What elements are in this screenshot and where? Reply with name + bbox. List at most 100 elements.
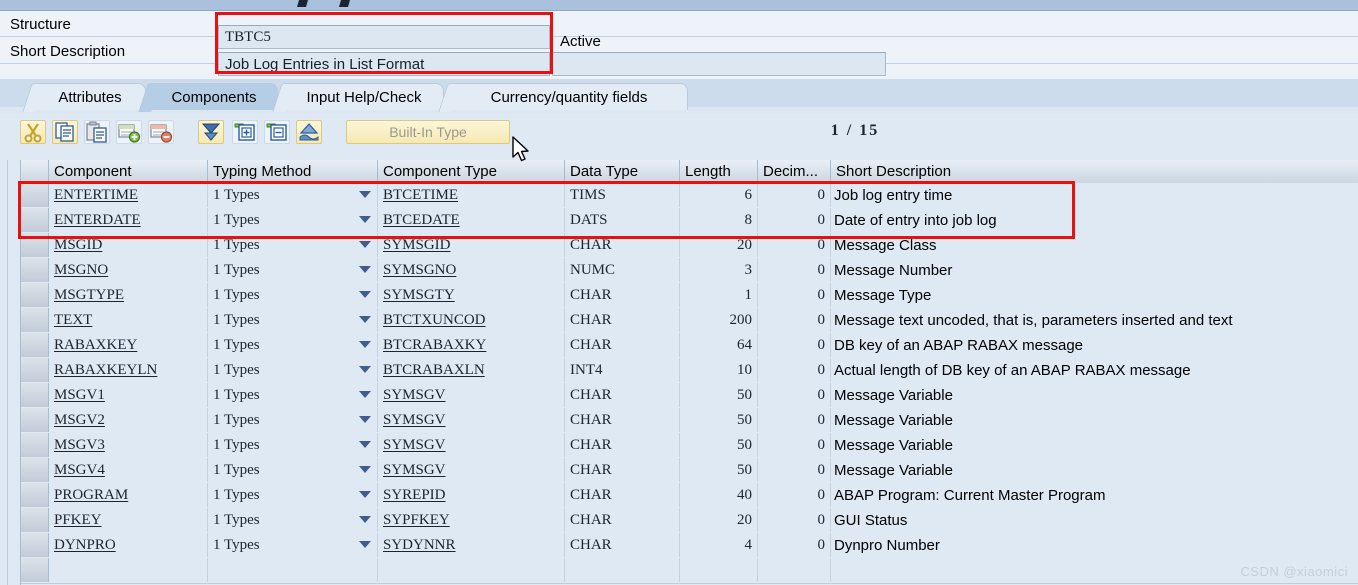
cell-component[interactable]: MSGV2 xyxy=(49,408,208,432)
cell-length[interactable]: 64 xyxy=(680,333,758,357)
chevron-down-icon[interactable] xyxy=(359,541,371,548)
cell-component_type[interactable]: BTCEDATE xyxy=(378,208,565,232)
cell-component[interactable]: DYNPRO xyxy=(49,533,208,557)
cell-component_type[interactable]: SYPFKEY xyxy=(378,508,565,532)
cell-component[interactable]: MSGV1 xyxy=(49,383,208,407)
insert-row-button[interactable] xyxy=(116,120,142,144)
cell-component_type[interactable]: BTCTXUNCOD xyxy=(378,308,565,332)
cell-component_type[interactable]: SYMSGV xyxy=(378,383,565,407)
cell-typing_method[interactable]: 1 Types xyxy=(208,483,378,507)
column-header-short-description[interactable]: Short Description xyxy=(831,160,1358,183)
select-all-header[interactable] xyxy=(21,160,49,183)
table-row[interactable] xyxy=(21,558,1358,584)
tab-input-help-check[interactable]: Input Help/Check xyxy=(272,83,444,112)
table-row[interactable]: ENTERDATE 1 Types BTCEDATE DATS 8 0 Date of en… xyxy=(21,208,1358,234)
cell-short_description[interactable]: Message Variable xyxy=(831,458,1358,482)
table-row[interactable]: MSGV3 1 Types SYMSGV CHAR 50 0 Message Variabl… xyxy=(21,433,1358,459)
chevron-down-icon[interactable] xyxy=(359,491,371,498)
row-selector[interactable] xyxy=(21,233,49,257)
filter-button[interactable] xyxy=(198,120,224,144)
cell-decimals[interactable]: 0 xyxy=(758,383,831,407)
cell-length[interactable]: 10 xyxy=(680,358,758,382)
cell-length[interactable]: 4 xyxy=(680,533,758,557)
cell-data_type[interactable]: CHAR xyxy=(565,508,680,532)
table-row[interactable]: MSGV4 1 Types SYMSGV CHAR 50 0 Message Variabl… xyxy=(21,458,1358,484)
cell-data_type[interactable]: NUMC xyxy=(565,258,680,282)
cell-component_type[interactable]: BTCRABAXKY xyxy=(378,333,565,357)
cell-length[interactable]: 8 xyxy=(680,208,758,232)
table-row[interactable]: RABAXKEY 1 Types BTCRABAXKY CHAR 64 0 DB key o… xyxy=(21,333,1358,359)
cell-decimals[interactable]: 0 xyxy=(758,183,831,207)
cell-component[interactable]: MSGV3 xyxy=(49,433,208,457)
table-row[interactable]: MSGID 1 Types SYMSGID CHAR 20 0 Message Class xyxy=(21,233,1358,259)
cell-data_type[interactable]: TIMS xyxy=(565,183,680,207)
row-selector[interactable] xyxy=(21,183,49,207)
row-selector[interactable] xyxy=(21,308,49,332)
cell-component[interactable]: PROGRAM xyxy=(49,483,208,507)
cell-length[interactable]: 50 xyxy=(680,458,758,482)
cell-length[interactable]: 20 xyxy=(680,508,758,532)
cell-short_description[interactable]: Message Variable xyxy=(831,408,1358,432)
cell-short_description[interactable]: Job log entry time xyxy=(831,183,1358,207)
cell-typing_method[interactable]: 1 Types xyxy=(208,433,378,457)
chevron-down-icon[interactable] xyxy=(359,316,371,323)
cell-data_type[interactable]: CHAR xyxy=(565,458,680,482)
cell-typing_method[interactable]: 1 Types xyxy=(208,208,378,232)
cell-short_description[interactable]: Actual length of DB key of an ABAP RABAX… xyxy=(831,358,1358,382)
chevron-down-icon[interactable] xyxy=(359,266,371,273)
cell-decimals[interactable]: 0 xyxy=(758,533,831,557)
chevron-down-icon[interactable] xyxy=(359,416,371,423)
table-row[interactable]: DYNPRO 1 Types SYDYNNR CHAR 4 0 Dynpro Number xyxy=(21,533,1358,559)
column-header-component-type[interactable]: Component Type xyxy=(378,160,565,183)
row-selector[interactable] xyxy=(21,358,49,382)
paste-button[interactable] xyxy=(84,120,110,144)
table-row[interactable]: PROGRAM 1 Types SYREPID CHAR 40 0 ABAP Program… xyxy=(21,483,1358,509)
cell-component_type[interactable]: SYDYNNR xyxy=(378,533,565,557)
cell-data_type[interactable]: CHAR xyxy=(565,483,680,507)
cell-typing_method[interactable]: 1 Types xyxy=(208,258,378,282)
cell-typing_method[interactable]: 1 Types xyxy=(208,508,378,532)
predefined-type-button[interactable] xyxy=(296,120,322,144)
cell-short_description[interactable]: Message Variable xyxy=(831,383,1358,407)
cell-typing_method[interactable]: 1 Types xyxy=(208,408,378,432)
row-selector[interactable] xyxy=(21,208,49,232)
cell-typing_method[interactable]: 1 Types xyxy=(208,233,378,257)
cell-length[interactable]: 1 xyxy=(680,283,758,307)
cell-length[interactable]: 3 xyxy=(680,258,758,282)
cell-length[interactable]: 50 xyxy=(680,433,758,457)
table-row[interactable]: MSGV1 1 Types SYMSGV CHAR 50 0 Message Variabl… xyxy=(21,383,1358,409)
tab-attributes[interactable]: Attributes xyxy=(22,83,146,112)
table-row[interactable]: TEXT 1 Types BTCTXUNCOD CHAR 200 0 Message tex… xyxy=(21,308,1358,334)
table-row[interactable]: MSGNO 1 Types SYMSGNO NUMC 3 0 Message Number xyxy=(21,258,1358,284)
table-row[interactable]: PFKEY 1 Types SYPFKEY CHAR 20 0 GUI Status xyxy=(21,508,1358,534)
cell-component_type[interactable]: SYMSGV xyxy=(378,408,565,432)
cell-data_type[interactable]: CHAR xyxy=(565,233,680,257)
cell-component[interactable] xyxy=(49,558,208,582)
structure-name-input[interactable]: TBTC5 xyxy=(218,25,550,49)
cell-data_type[interactable]: CHAR xyxy=(565,283,680,307)
cell-component_type[interactable] xyxy=(378,558,565,582)
cell-typing_method[interactable]: 1 Types xyxy=(208,183,378,207)
cell-component[interactable]: MSGTYPE xyxy=(49,283,208,307)
cell-typing_method[interactable]: 1 Types xyxy=(208,283,378,307)
cell-data_type[interactable]: CHAR xyxy=(565,433,680,457)
row-selector[interactable] xyxy=(21,383,49,407)
cell-typing_method[interactable]: 1 Types xyxy=(208,358,378,382)
row-selector[interactable] xyxy=(21,533,49,557)
cell-data_type[interactable] xyxy=(565,558,680,582)
row-selector[interactable] xyxy=(21,508,49,532)
cell-component_type[interactable]: SYMSGNO xyxy=(378,258,565,282)
row-selector[interactable] xyxy=(21,283,49,307)
cell-data_type[interactable]: CHAR xyxy=(565,308,680,332)
cell-data_type[interactable]: CHAR xyxy=(565,533,680,557)
cell-short_description[interactable]: ABAP Program: Current Master Program xyxy=(831,483,1358,507)
cell-data_type[interactable]: INT4 xyxy=(565,358,680,382)
tab-currency-quantity-fields[interactable]: Currency/quantity fields xyxy=(438,83,688,112)
cell-component[interactable]: MSGNO xyxy=(49,258,208,282)
column-header-length[interactable]: Length xyxy=(680,160,758,183)
expand-button[interactable] xyxy=(232,120,258,144)
cell-typing_method[interactable]: 1 Types xyxy=(208,533,378,557)
cell-short_description[interactable]: Message Class xyxy=(831,233,1358,257)
table-row[interactable]: ENTERTIME 1 Types BTCETIME TIMS 6 0 Job log en… xyxy=(21,183,1358,209)
chevron-down-icon[interactable] xyxy=(359,216,371,223)
